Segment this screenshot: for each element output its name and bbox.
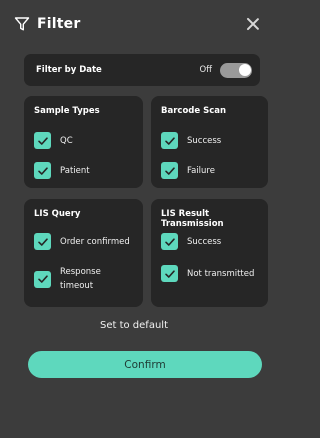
lis-query-card: LIS Query Order confirmed Response timeo… <box>24 199 143 307</box>
barcode-success-option[interactable]: Success <box>161 132 221 149</box>
page-title: Filter <box>37 16 81 32</box>
filter-by-date-state: Off <box>199 65 212 75</box>
checkmark-icon <box>37 166 48 175</box>
sample-type-qc-option[interactable]: QC <box>34 132 73 149</box>
transmission-success-label: Success <box>187 236 222 247</box>
checkmark-icon <box>164 136 175 145</box>
order-confirmed-option[interactable]: Order confirmed <box>34 233 130 250</box>
barcode-failure-checkbox[interactable] <box>161 162 178 179</box>
barcode-success-checkbox[interactable] <box>161 132 178 149</box>
sample-type-patient-option[interactable]: Patient <box>34 162 90 179</box>
qc-label: QC <box>60 135 73 146</box>
response-timeout-label: Response timeout <box>60 267 101 291</box>
checkmark-icon <box>37 275 48 283</box>
lis-query-title: LIS Query <box>34 209 81 219</box>
patient-checkbox[interactable] <box>34 162 51 179</box>
filter-by-date-label: Filter by Date <box>36 65 102 75</box>
sample-types-card: Sample Types QC Patient <box>24 96 143 188</box>
lis-result-transmission-title: LIS Result Transmission <box>161 209 224 229</box>
sample-types-title: Sample Types <box>34 106 100 116</box>
barcode-success-label: Success <box>187 135 222 146</box>
filter-header: Filter <box>14 12 260 36</box>
transmission-success-option[interactable]: Success <box>161 233 221 250</box>
not-transmitted-label: Not transmitted <box>187 268 255 279</box>
response-timeout-checkbox[interactable] <box>34 270 51 288</box>
filter-by-date-row: Filter by Date Off <box>24 54 260 86</box>
funnel-icon <box>14 17 30 31</box>
lis-result-transmission-card: LIS Result Transmission Success Not tran… <box>151 199 268 307</box>
not-transmitted-checkbox[interactable] <box>161 265 178 282</box>
barcode-scan-card: Barcode Scan Success Failure <box>151 96 268 188</box>
patient-label: Patient <box>60 165 90 176</box>
checkmark-icon <box>164 269 175 278</box>
checkmark-icon <box>37 237 48 246</box>
confirm-button[interactable]: Confirm <box>28 351 262 378</box>
not-transmitted-option[interactable]: Not transmitted <box>161 265 254 282</box>
order-confirmed-label: Order confirmed <box>60 236 130 247</box>
checkmark-icon <box>37 136 48 145</box>
barcode-failure-label: Failure <box>187 165 215 176</box>
barcode-failure-option[interactable]: Failure <box>161 162 215 179</box>
toggle-knob <box>238 64 251 76</box>
set-to-default-button[interactable]: Set to default <box>0 320 268 331</box>
filter-by-date-toggle[interactable] <box>220 62 252 78</box>
response-timeout-option[interactable]: Response timeout <box>34 265 122 293</box>
barcode-scan-title: Barcode Scan <box>161 106 227 116</box>
qc-checkbox[interactable] <box>34 132 51 149</box>
order-confirmed-checkbox[interactable] <box>34 233 51 250</box>
close-icon[interactable] <box>246 17 260 31</box>
checkmark-icon <box>164 166 175 175</box>
transmission-success-checkbox[interactable] <box>161 233 178 250</box>
checkmark-icon <box>164 237 175 246</box>
